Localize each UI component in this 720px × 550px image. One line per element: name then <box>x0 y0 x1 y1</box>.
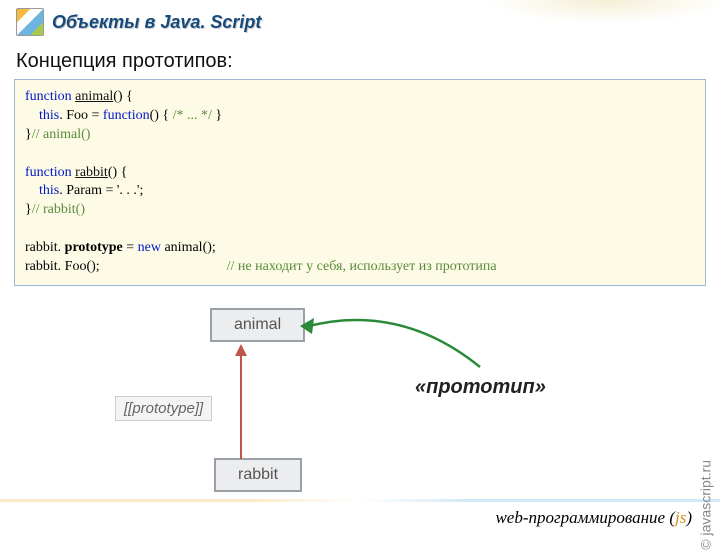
prototype-diagram: animal rabbit [[prototype]] «прототип» <box>110 308 610 528</box>
slide-header: Объекты в Java. Script <box>0 0 720 40</box>
section-heading: Концепция прототипов: <box>0 40 720 79</box>
footer-divider <box>0 499 720 502</box>
keyword: function <box>25 165 75 180</box>
copyright-text: © javascript.ru <box>698 460 714 550</box>
logo-icon <box>16 8 44 36</box>
animal-box: animal <box>210 308 305 342</box>
keyword: function <box>25 89 75 104</box>
keyword: this <box>39 108 59 123</box>
arrow-up-icon <box>240 344 242 456</box>
prototype-slot-label: [[prototype]] <box>115 396 212 421</box>
curve-arrow-icon <box>300 312 500 382</box>
slide-title: Объекты в Java. Script <box>52 12 261 33</box>
rabbit-box: rabbit <box>214 458 302 492</box>
keyword: new <box>138 240 165 255</box>
func-name: animal <box>75 89 113 104</box>
code-example: function animal() { this. Foo = function… <box>14 79 706 286</box>
comment: // rabbit() <box>32 202 85 217</box>
keyword: this <box>39 183 59 198</box>
footer-text: web-программирование (js) <box>495 508 692 528</box>
keyword: function <box>103 108 150 123</box>
comment: // animal() <box>32 127 91 142</box>
comment: // не находит у себя, использует из прот… <box>227 259 497 274</box>
prototype-label: «прототип» <box>415 376 546 399</box>
comment: /* ... */ <box>173 108 212 123</box>
func-name: rabbit <box>75 165 108 180</box>
